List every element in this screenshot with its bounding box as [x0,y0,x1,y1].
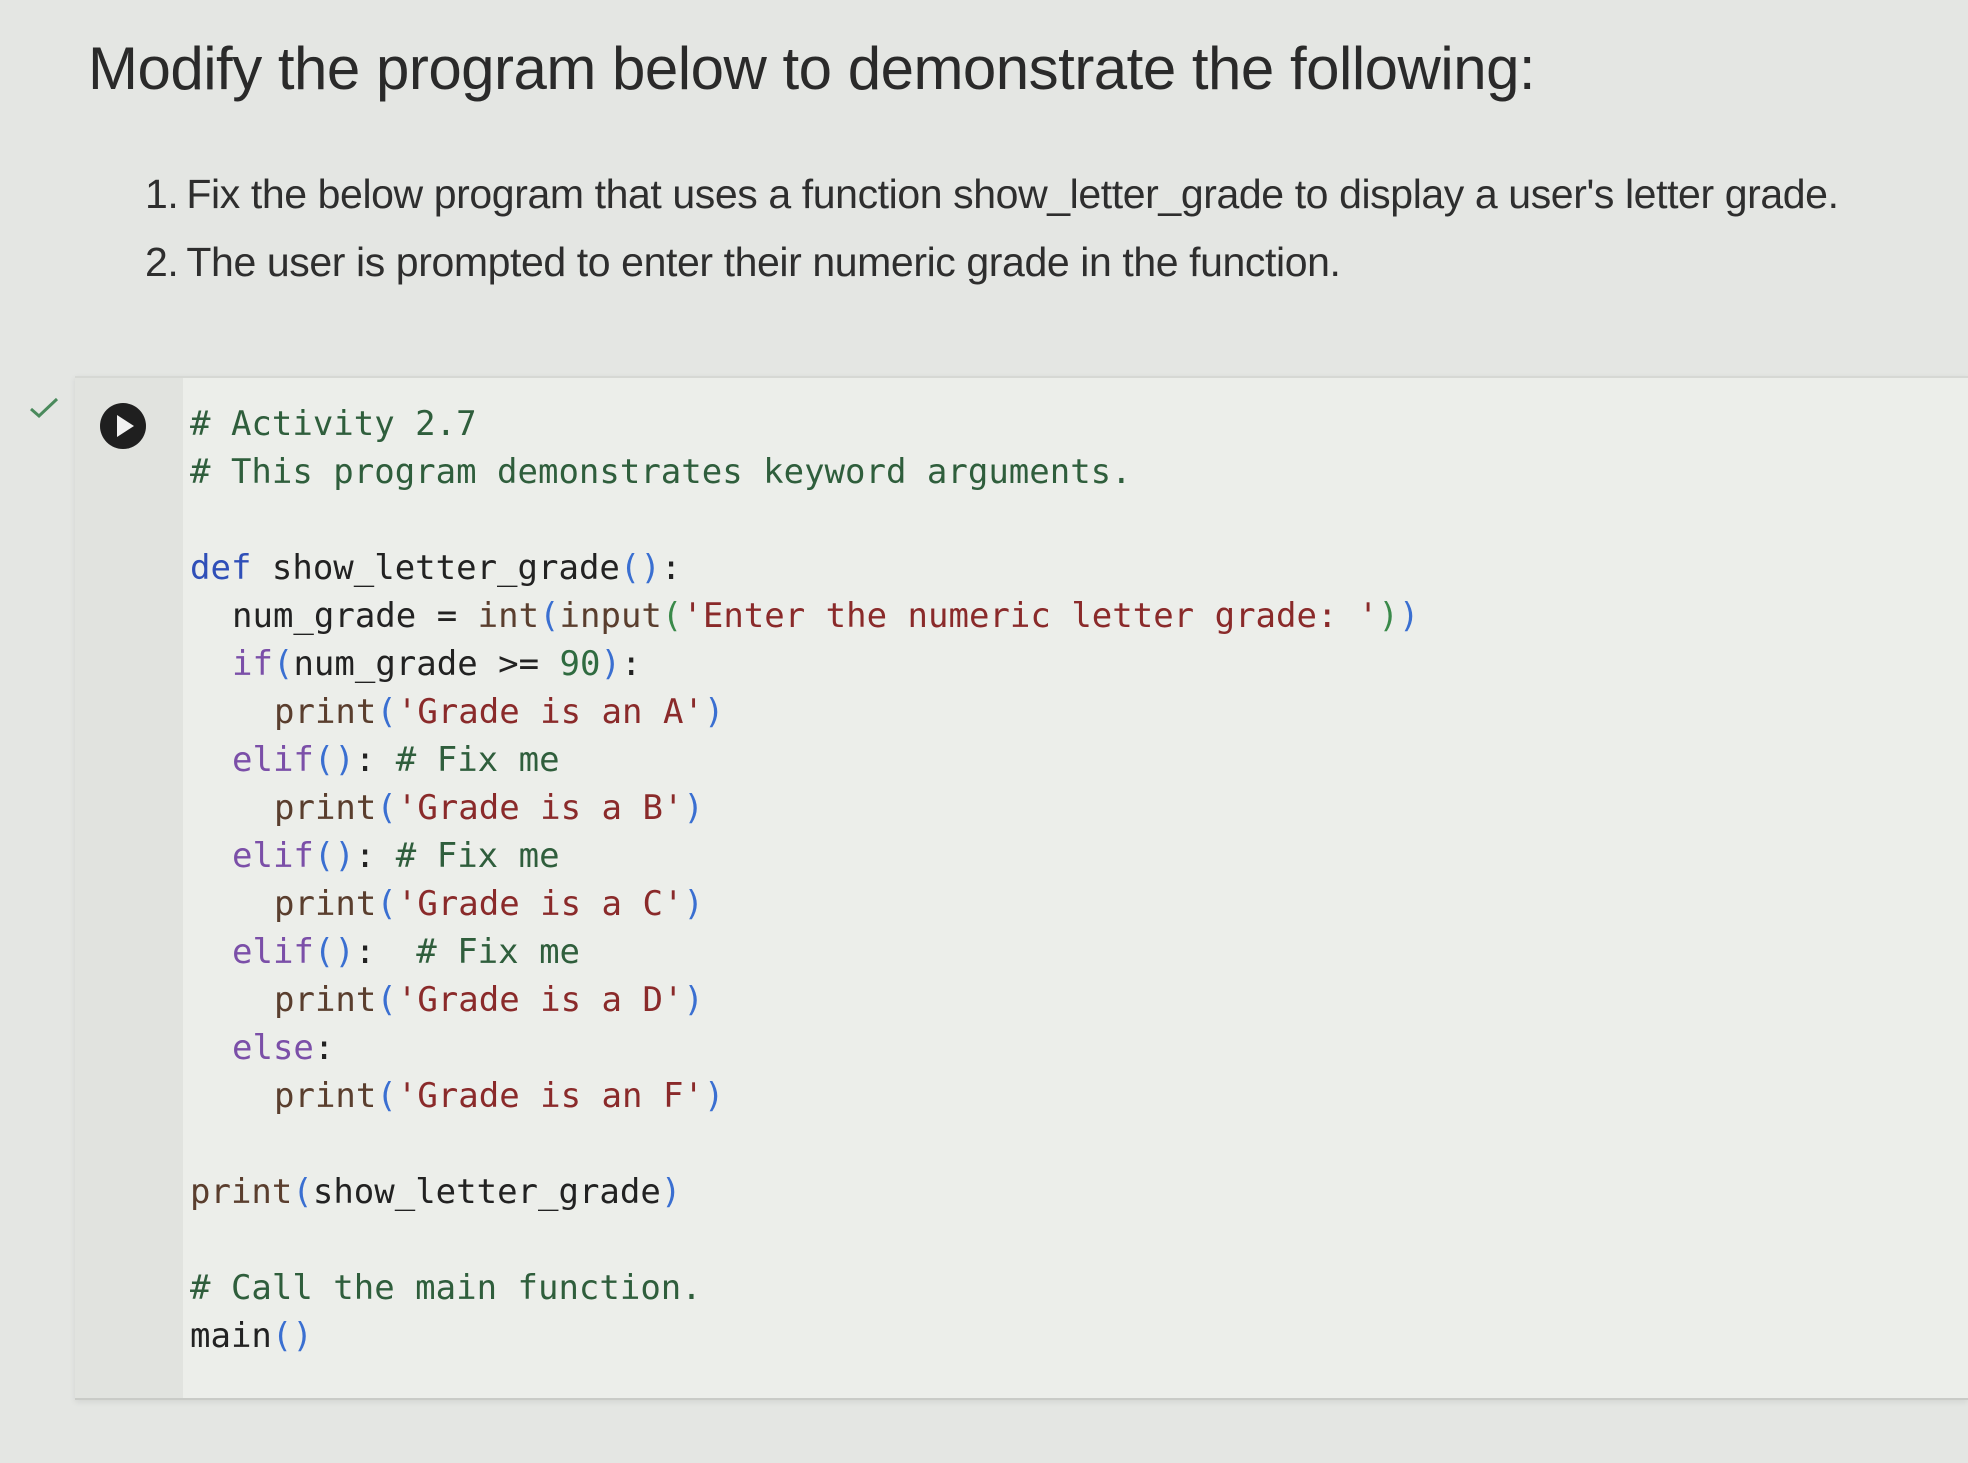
code-string: 'Grade is an F' [396,1076,704,1116]
code-keyword: elif [232,836,314,876]
code-line: elif(): # Fix me [232,740,560,780]
code-line: print('Grade is an F') [274,1076,725,1116]
code-line: if(num_grade >= 90): [232,644,642,684]
cell-gutter [75,378,183,1398]
code-line: elif(): # Fix me [232,836,560,876]
code-colon: : [660,548,682,588]
code-line: num_grade = int(input('Enter the numeric… [232,596,1420,636]
code-line: print('Grade is a D') [274,980,704,1020]
code-condition: num_grade >= [293,644,560,684]
code-builtin: print [190,1172,293,1212]
code-comment: # Fix me [395,836,560,876]
run-cell-button[interactable] [100,403,146,449]
instruction-list: 1. Fix the below program that uses a func… [145,160,1839,296]
code-line: else: [232,1028,335,1068]
code-comment: # Activity 2.7 [190,404,477,444]
code-line: # Activity 2.7 [190,400,1419,448]
check-icon [30,397,59,419]
play-icon [117,415,134,437]
code-comment: # This program demonstrates keyword argu… [190,452,1132,492]
code-builtin: print [274,1076,377,1116]
code-comment: # Fix me [416,932,581,972]
code-keyword: if [232,644,273,684]
code-builtin: print [274,692,377,732]
code-function-call: main [190,1316,272,1356]
code-line: main() [190,1316,313,1356]
code-builtin: print [274,884,377,924]
instruction-text: Fix the below program that uses a functi… [186,171,1839,217]
instruction-number: 1. [145,171,179,217]
code-line: print(show_letter_grade) [190,1172,682,1212]
code-string: 'Enter the numeric letter grade: ' [682,596,1379,636]
code-function-name: show_letter_grade [251,548,620,588]
code-builtin: print [274,788,377,828]
code-string: 'Grade is a D' [396,980,684,1020]
code-keyword: elif [232,932,314,972]
code-builtin: print [274,980,377,1020]
code-editor[interactable]: # Activity 2.7 # This program demonstrate… [190,400,1419,1360]
code-line: print('Grade is a B') [274,788,704,828]
code-builtin: input [559,596,662,636]
instruction-number: 2. [145,239,179,285]
page-heading: Modify the program below to demonstrate … [88,35,1536,102]
code-line: print('Grade is an A') [274,692,725,732]
code-string: 'Grade is an A' [396,692,704,732]
code-number: 90 [559,644,601,684]
code-line: # Call the main function. [190,1264,1419,1312]
code-keyword: def [190,548,252,588]
code-keyword: elif [232,740,314,780]
code-keyword: else [232,1028,314,1068]
code-string: 'Grade is a B' [396,788,684,828]
code-comment: # Call the main function. [190,1268,702,1308]
code-paren: () [619,548,661,588]
code-argument: show_letter_grade [312,1172,661,1212]
code-string: 'Grade is a C' [396,884,684,924]
code-line: # This program demonstrates keyword argu… [190,448,1419,496]
code-builtin: int [477,596,540,636]
code-comment: # Fix me [395,740,560,780]
code-line: elif(): # Fix me [232,932,581,972]
code-line: def show_letter_grade(): [190,544,1419,592]
code-assignment: num_grade = [232,596,478,636]
instruction-item: 2. The user is prompted to enter their nu… [145,228,1839,296]
instruction-item: 1. Fix the below program that uses a func… [145,160,1839,228]
instruction-text: The user is prompted to enter their nume… [186,239,1341,285]
code-line: print('Grade is a C') [274,884,704,924]
